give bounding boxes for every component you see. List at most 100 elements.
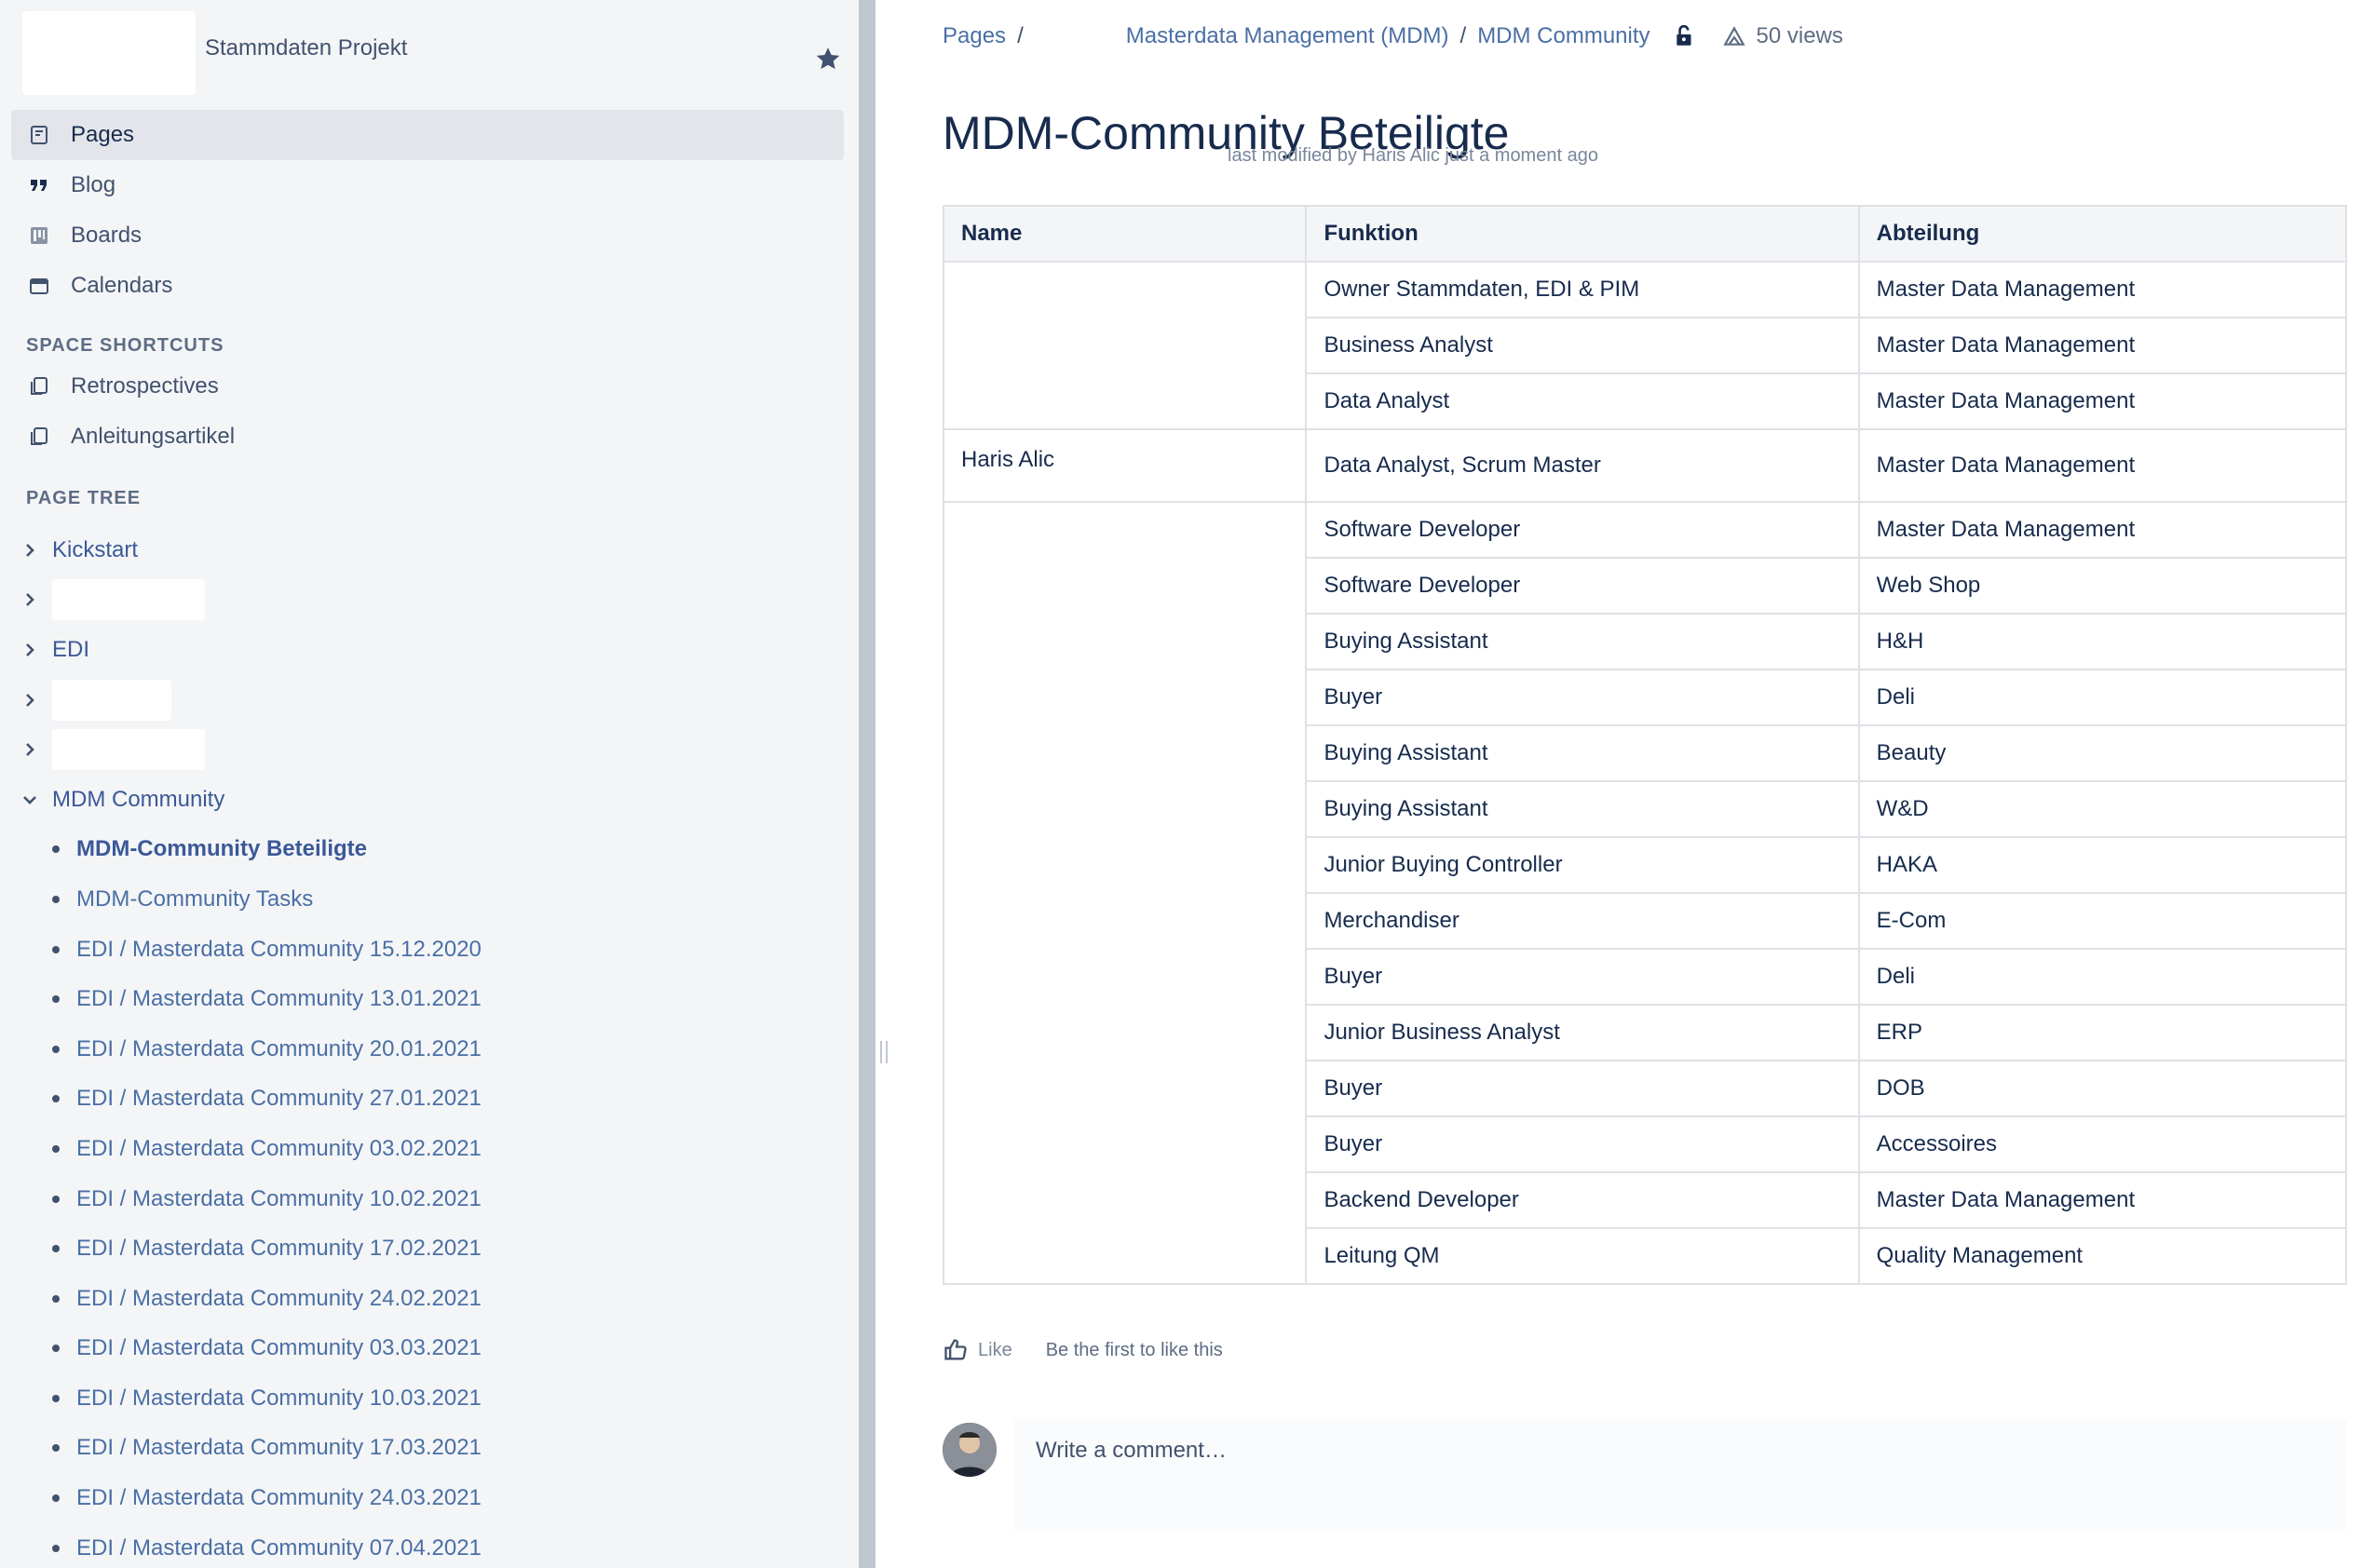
like-button[interactable]: Like bbox=[943, 1337, 1012, 1363]
space-logo[interactable] bbox=[22, 11, 196, 95]
shortcut-anleitungsartikel[interactable]: Anleitungsartikel bbox=[11, 412, 844, 462]
tree-child-item[interactable]: EDI / Masterdata Community 10.03.2021 bbox=[19, 1373, 838, 1424]
tree-child-label[interactable]: EDI / Masterdata Community 03.02.2021 bbox=[76, 1136, 482, 1162]
page-icon bbox=[31, 126, 48, 144]
unlock-icon[interactable] bbox=[1673, 23, 1697, 49]
thumbs-up-icon bbox=[944, 1339, 967, 1360]
tree-child-label[interactable]: EDI / Masterdata Community 20.01.2021 bbox=[76, 1036, 482, 1062]
tree-child-item[interactable]: EDI / Masterdata Community 15.12.2020 bbox=[19, 925, 838, 975]
tree-child-item[interactable]: EDI / Masterdata Community 20.01.2021 bbox=[19, 1024, 838, 1075]
tree-node-mdm-community[interactable]: MDM Community bbox=[19, 775, 838, 825]
tree-child-label[interactable]: EDI / Masterdata Community 15.12.2020 bbox=[76, 937, 482, 963]
breadcrumb-separator: / bbox=[1017, 23, 1024, 48]
tree-child-item[interactable]: EDI / Masterdata Community 17.02.2021 bbox=[19, 1223, 838, 1274]
calendar-icon bbox=[30, 278, 48, 294]
chevron-right-icon[interactable] bbox=[19, 588, 41, 611]
tree-child-item[interactable]: EDI / Masterdata Community 07.04.2021 bbox=[19, 1523, 838, 1568]
tree-child-item[interactable]: EDI / Masterdata Community 03.03.2021 bbox=[19, 1324, 838, 1374]
tree-child-label[interactable]: MDM-Community Beteiligte bbox=[76, 836, 367, 862]
sidebar-item-label: Calendars bbox=[71, 273, 173, 298]
page-tree-heading: PAGE TREE bbox=[26, 488, 142, 508]
space-header: Stammdaten Projekt bbox=[22, 11, 842, 95]
tree-child-item[interactable]: MDM-Community Beteiligte bbox=[19, 825, 838, 875]
avatar[interactable] bbox=[943, 1423, 997, 1477]
tree-node-label[interactable]: EDI bbox=[52, 637, 89, 663]
cell-funktion: Buying Assistant bbox=[1305, 724, 1860, 782]
chevron-right-icon[interactable] bbox=[19, 639, 41, 661]
tree-child-item[interactable]: MDM-Community Tasks bbox=[19, 874, 838, 925]
tree-node-redacted[interactable] bbox=[19, 724, 838, 775]
bullet-icon bbox=[52, 845, 60, 854]
bullet-icon bbox=[52, 1494, 60, 1503]
tree-child-item[interactable]: EDI / Masterdata Community 03.02.2021 bbox=[19, 1124, 838, 1174]
shortcut-label: Retrospectives bbox=[71, 373, 219, 399]
page-views[interactable]: 50 views bbox=[1721, 23, 1843, 49]
tree-child-label[interactable]: EDI / Masterdata Community 27.01.2021 bbox=[76, 1086, 482, 1112]
shortcut-retrospectives[interactable]: Retrospectives bbox=[11, 361, 844, 412]
cell-abteilung: Deli bbox=[1857, 948, 2348, 1006]
chevron-down-icon[interactable] bbox=[19, 789, 41, 811]
tree-children: MDM-Community Beteiligte MDM-Community Ta… bbox=[19, 825, 838, 1568]
star-icon[interactable] bbox=[814, 45, 842, 73]
tree-child-label[interactable]: EDI / Masterdata Community 10.02.2021 bbox=[76, 1186, 482, 1212]
tree-child-label[interactable]: EDI / Masterdata Community 03.03.2021 bbox=[76, 1335, 482, 1361]
breadcrumb-mdm-community[interactable]: MDM Community bbox=[1477, 23, 1649, 49]
tree-child-item[interactable]: EDI / Masterdata Community 17.03.2021 bbox=[19, 1424, 838, 1474]
breadcrumb-redacted[interactable] bbox=[1034, 22, 1093, 50]
shortcuts-list: Retrospectives Anleitungsartikel bbox=[11, 361, 844, 462]
tree-node-redacted[interactable] bbox=[19, 575, 838, 626]
views-count: 50 views bbox=[1756, 23, 1843, 48]
sidebar-item-pages[interactable]: Pages bbox=[11, 110, 844, 160]
cell-abteilung: H&H bbox=[1857, 613, 2348, 670]
tree-child-item[interactable]: EDI / Masterdata Community 27.01.2021 bbox=[19, 1075, 838, 1125]
shortcuts-heading: SPACE SHORTCUTS bbox=[26, 335, 224, 356]
sidebar-nav: Pages Blog Boards Calendars bbox=[11, 110, 844, 311]
sidebar-item-blog[interactable]: Blog bbox=[11, 160, 844, 210]
cell-funktion: Data Analyst, Scrum Master bbox=[1305, 428, 1860, 503]
chevron-right-icon[interactable] bbox=[19, 539, 41, 561]
redacted-label[interactable] bbox=[52, 579, 205, 621]
tree-child-label[interactable]: EDI / Masterdata Community 10.03.2021 bbox=[76, 1386, 482, 1412]
redacted-label[interactable] bbox=[52, 679, 171, 721]
bullet-icon bbox=[52, 1345, 60, 1353]
tree-child-label[interactable]: MDM-Community Tasks bbox=[76, 886, 313, 912]
chevron-right-icon[interactable] bbox=[19, 738, 41, 761]
tree-child-label[interactable]: EDI / Masterdata Community 17.03.2021 bbox=[76, 1435, 482, 1461]
space-title[interactable]: Stammdaten Projekt bbox=[205, 35, 407, 61]
chevron-right-icon[interactable] bbox=[19, 689, 41, 711]
breadcrumb-masterdata[interactable]: Masterdata Management (MDM) bbox=[1126, 23, 1449, 49]
cell-abteilung: Accessoires bbox=[1857, 1115, 2348, 1173]
bullet-icon bbox=[52, 1045, 60, 1053]
resize-handle[interactable] bbox=[880, 1041, 888, 1063]
cell-funktion: Buying Assistant bbox=[1305, 613, 1860, 670]
tree-child-label[interactable]: EDI / Masterdata Community 24.02.2021 bbox=[76, 1286, 482, 1312]
tree-node-kickstart[interactable]: Kickstart bbox=[19, 525, 838, 575]
tree-child-label[interactable]: EDI / Masterdata Community 17.02.2021 bbox=[76, 1236, 482, 1262]
sidebar-item-calendars[interactable]: Calendars bbox=[11, 261, 844, 311]
tree-node-redacted[interactable] bbox=[19, 675, 838, 725]
cell-funktion: Junior Buying Controller bbox=[1305, 836, 1860, 894]
breadcrumb-pages[interactable]: Pages bbox=[943, 23, 1006, 49]
tree-child-item[interactable]: EDI / Masterdata Community 13.01.2021 bbox=[19, 974, 838, 1024]
tree-child-label[interactable]: EDI / Masterdata Community 24.03.2021 bbox=[76, 1485, 482, 1511]
page-tree: Kickstart EDI MDM Community MDM-Communit… bbox=[19, 525, 838, 1568]
tree-node-label[interactable]: Kickstart bbox=[52, 537, 138, 563]
tree-child-label[interactable]: EDI / Masterdata Community 07.04.2021 bbox=[76, 1535, 482, 1561]
tree-node-label[interactable]: MDM Community bbox=[52, 787, 224, 813]
page-byline[interactable]: last modified by Haris Alic just a momen… bbox=[1228, 145, 1598, 167]
cell-funktion: Owner Stammdaten, EDI & PIM bbox=[1305, 261, 1860, 318]
tree-node-edi[interactable]: EDI bbox=[19, 625, 838, 675]
tree-child-item[interactable]: EDI / Masterdata Community 10.02.2021 bbox=[19, 1174, 838, 1224]
cell-abteilung: Master Data Management bbox=[1857, 261, 2348, 318]
sidebar-item-boards[interactable]: Boards bbox=[11, 210, 844, 261]
sidebar-resize-scrollbar[interactable] bbox=[859, 0, 876, 1568]
tree-child-item[interactable]: EDI / Masterdata Community 24.02.2021 bbox=[19, 1274, 838, 1324]
cell-funktion: Merchandiser bbox=[1305, 892, 1860, 950]
cell-funktion: Junior Business Analyst bbox=[1305, 1004, 1860, 1061]
column-header: Funktion bbox=[1305, 205, 1860, 263]
cell-funktion: Buyer bbox=[1305, 1115, 1860, 1173]
comment-input[interactable]: Write a comment… bbox=[1013, 1419, 2347, 1531]
redacted-label[interactable] bbox=[52, 729, 205, 771]
tree-child-item[interactable]: EDI / Masterdata Community 24.03.2021 bbox=[19, 1473, 838, 1523]
tree-child-label[interactable]: EDI / Masterdata Community 13.01.2021 bbox=[76, 986, 482, 1012]
